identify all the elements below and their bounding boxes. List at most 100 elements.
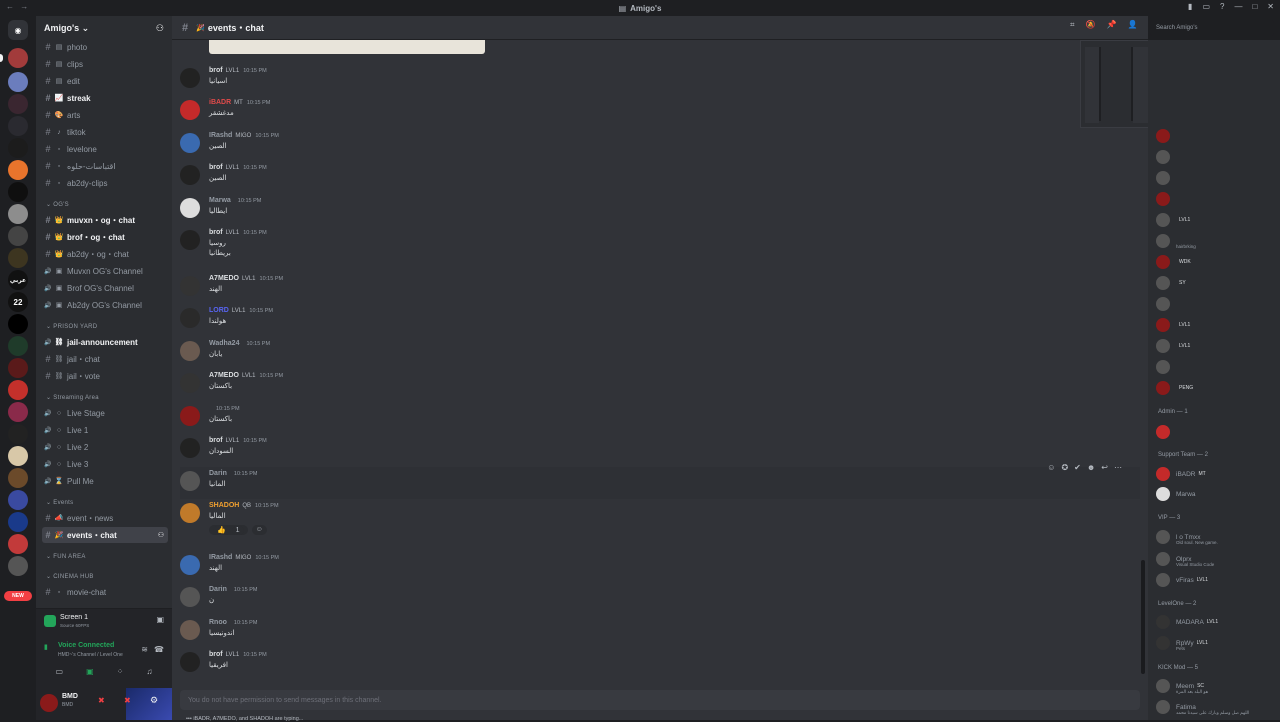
message[interactable]: Rnoo 10:15 PM اندونيسيا: [180, 616, 1140, 648]
help-icon[interactable]: ?: [1220, 2, 1224, 11]
message[interactable]: brof LVL1 10:15 PM افريقيا: [180, 648, 1140, 680]
message[interactable]: 10:15 PM باكستان: [180, 402, 1140, 434]
member-item[interactable]: iBADR MT: [1156, 464, 1280, 484]
embedded-image[interactable]: [209, 40, 485, 54]
message[interactable]: Wadha24 10:15 PM يابان: [180, 337, 1140, 369]
member-item[interactable]: l o Tmxx Old soul. New game.: [1156, 527, 1280, 547]
channel-item[interactable]: 🔊 ▣ Brof OG's Channel: [42, 280, 168, 296]
channel-item[interactable]: # ⛓ jail・vote: [42, 368, 168, 384]
pinned-icon[interactable]: 📌: [1106, 20, 1116, 30]
avatar[interactable]: [180, 620, 200, 640]
channel-item[interactable]: # ▤ clips: [42, 56, 168, 72]
channel-item[interactable]: # 👑 ab2dy・og・chat: [42, 246, 168, 262]
channel-item[interactable]: # ▫ اقتباسات-حلوه: [42, 158, 168, 174]
avatar[interactable]: [180, 230, 200, 250]
server-name-header[interactable]: Amigo's ⌄ ⚇: [36, 16, 172, 40]
threads-icon[interactable]: ⌗: [1070, 20, 1075, 30]
add-reaction-icon[interactable]: ☺: [251, 525, 267, 535]
voice-location[interactable]: HMD~'s Channel / Level One: [58, 652, 123, 658]
channel-item[interactable]: 🔊 ○ Live Stage: [42, 405, 168, 421]
pin-icon[interactable]: ▮: [1188, 2, 1192, 11]
avatar[interactable]: [180, 555, 200, 575]
server-icon[interactable]: [8, 402, 28, 422]
avatar[interactable]: [180, 471, 200, 491]
server-icon[interactable]: [8, 512, 28, 532]
avatar[interactable]: [180, 165, 200, 185]
server-icon[interactable]: [8, 94, 28, 114]
author-name[interactable]: Rnoo: [209, 619, 227, 626]
activity-icon[interactable]: ⁘: [117, 667, 124, 676]
author-name[interactable]: Darin: [209, 586, 227, 593]
channel-item[interactable]: # ▤ photo: [42, 39, 168, 55]
minimize-button[interactable]: —: [1234, 2, 1242, 11]
server-icon[interactable]: [8, 226, 28, 246]
react-icon[interactable]: ☺: [1047, 463, 1055, 472]
channel-item[interactable]: 🔊 ○ Live 2: [42, 439, 168, 455]
avatar[interactable]: [180, 276, 200, 296]
close-button[interactable]: ✕: [1267, 2, 1274, 11]
member-item[interactable]: Marwa: [1156, 484, 1280, 504]
server-icon[interactable]: [8, 314, 28, 334]
member-item[interactable]: SY: [1156, 273, 1280, 293]
member-item[interactable]: Fatima اللهم صل وسلم وبارك على سيدنا محمد: [1156, 697, 1280, 717]
mute-icon[interactable]: ✖: [98, 696, 105, 705]
server-icon[interactable]: [8, 138, 28, 158]
channel-item[interactable]: # ♪ tiktok: [42, 124, 168, 140]
server-icon-amigos[interactable]: [8, 72, 28, 92]
author-name[interactable]: LORD: [209, 307, 229, 314]
server-icon[interactable]: [8, 336, 28, 356]
avatar[interactable]: [180, 198, 200, 218]
author-name[interactable]: Wadha24: [209, 340, 239, 347]
maximize-button[interactable]: □: [1252, 2, 1257, 11]
server-icon[interactable]: [8, 446, 28, 466]
avatar[interactable]: [180, 587, 200, 607]
author-name[interactable]: brof: [209, 437, 223, 444]
avatar[interactable]: [180, 373, 200, 393]
author-name[interactable]: A7MEDO: [209, 275, 239, 282]
channel-item[interactable]: # ▤ edit: [42, 73, 168, 89]
avatar[interactable]: [180, 341, 200, 361]
member-item[interactable]: [1156, 357, 1280, 377]
scrollbar[interactable]: [1141, 560, 1145, 674]
member-item[interactable]: LVL1: [1156, 210, 1280, 230]
more-icon[interactable]: ⋯: [1114, 463, 1122, 472]
search-input[interactable]: Search Amigo's: [1150, 20, 1274, 36]
member-item[interactable]: LVL1: [1156, 336, 1280, 356]
member-item[interactable]: RpWy LVL1 Pets: [1156, 633, 1280, 653]
member-item[interactable]: [1156, 189, 1280, 209]
member-list-icon[interactable]: 👤: [1127, 20, 1137, 30]
category-header[interactable]: ⌄ PRISON YARD: [46, 323, 97, 330]
server-icon[interactable]: [8, 48, 28, 68]
stop-stream-icon[interactable]: ▣: [156, 615, 164, 624]
channel-item[interactable]: 🔊 ⌛ Pull Me: [42, 473, 168, 489]
invite-icon[interactable]: ⚇: [158, 531, 164, 539]
add-reaction-icon[interactable]: ☻: [1087, 463, 1095, 472]
server-icon[interactable]: [8, 182, 28, 202]
channel-item[interactable]: # 📈 streak: [42, 90, 168, 106]
message[interactable]: A7MEDO LVL1 10:15 PM باكستان: [180, 369, 1140, 401]
avatar[interactable]: [180, 503, 200, 523]
author-name[interactable]: Marwa: [209, 197, 231, 204]
message[interactable]: IRashd MIGO 10:15 PM الهند: [180, 551, 1140, 583]
settings-gear-icon[interactable]: ⚙: [150, 695, 158, 706]
avatar[interactable]: [180, 406, 200, 426]
channel-item[interactable]: # 🎨 arts: [42, 107, 168, 123]
member-item[interactable]: LVL1: [1156, 315, 1280, 335]
message[interactable]: Darin 10:15 PM ن: [180, 583, 1140, 615]
window-nav-arrows[interactable]: ← →: [6, 2, 30, 11]
author-name[interactable]: brof: [209, 164, 223, 171]
voice-status[interactable]: Voice Connected: [58, 642, 114, 649]
author-name[interactable]: brof: [209, 229, 223, 236]
member-item[interactable]: hairbrking: [1156, 231, 1280, 251]
author-name[interactable]: IRashd: [209, 554, 232, 561]
author-name[interactable]: SHADOH: [209, 502, 239, 509]
channel-item[interactable]: 🔊 ⛓ jail-announcement: [42, 334, 168, 350]
channel-item-active[interactable]: # 🎉 events・chat ⚇: [42, 527, 168, 543]
author-name[interactable]: iBADR: [209, 99, 231, 106]
avatar[interactable]: [180, 652, 200, 672]
server-icon[interactable]: ﻋﺮﺑﻲ: [8, 270, 28, 290]
author-name[interactable]: brof: [209, 651, 223, 658]
category-header[interactable]: ⌄ FUN AREA: [46, 553, 86, 560]
message[interactable]: brof LVL1 10:15 PM السودان: [180, 434, 1140, 466]
discord-home-button[interactable]: ◉: [8, 20, 28, 40]
